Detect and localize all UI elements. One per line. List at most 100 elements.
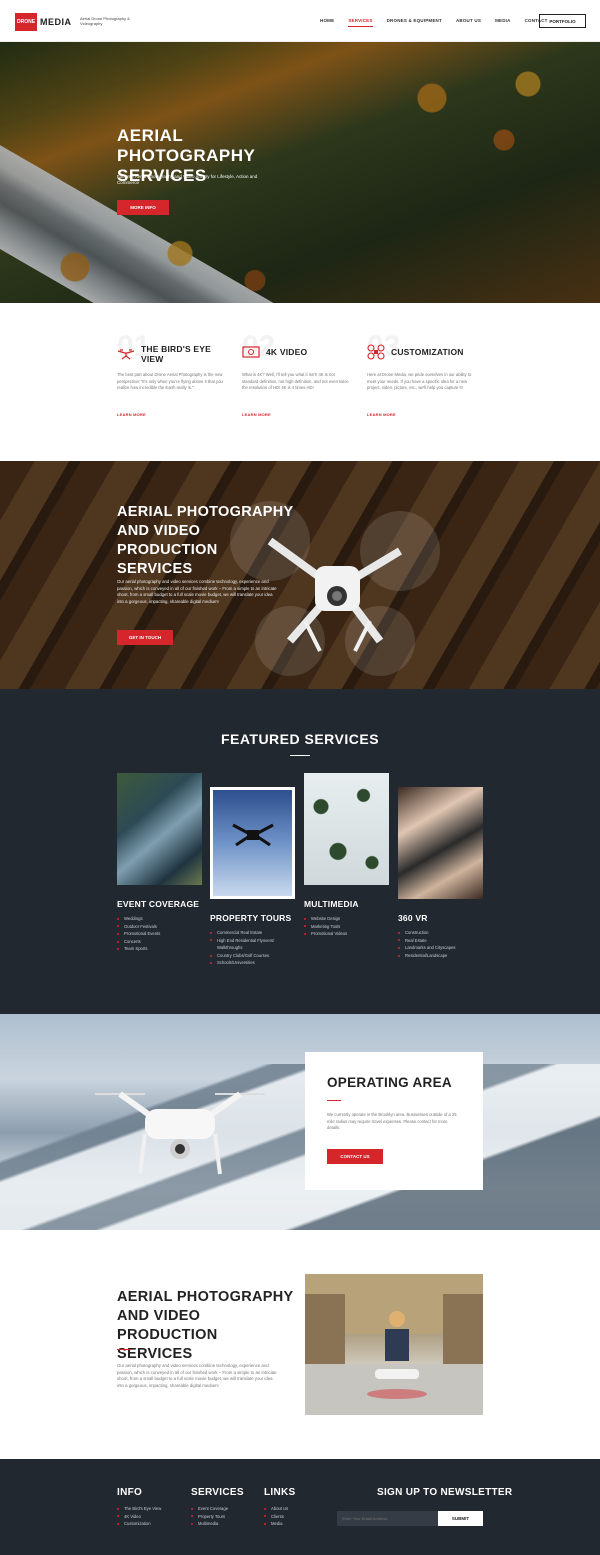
hero-section: AERIAL PHOTOGRAPHY SERVICES Extreme Aeri… xyxy=(0,42,600,303)
service-name: MULTIMEDIA xyxy=(304,899,359,909)
footer-services-list: Event Coverage Property Tours Multimedia xyxy=(191,1505,244,1528)
about-title: AERIAL PHOTOGRAPHY AND VIDEO PRODUCTION … xyxy=(117,1289,294,1362)
footer-info-title: INFO xyxy=(117,1487,143,1498)
featured-title: FEATURED SERVICES xyxy=(220,731,380,747)
logo-word: MEDIA xyxy=(40,17,72,27)
footer-link[interactable]: Customization xyxy=(117,1520,161,1528)
service-list: Construction Real Estate Landmarks and C… xyxy=(398,929,484,959)
drone-icon xyxy=(117,346,135,362)
nav-media[interactable]: MEDIA xyxy=(495,18,511,27)
newsletter-title: SIGN UP TO NEWSLETTER xyxy=(377,1487,513,1498)
nav-services[interactable]: SERVICES xyxy=(348,18,373,27)
footer-info-list: The Bird's Eye View 4K Video Customizati… xyxy=(117,1505,161,1528)
service-name: PROPERTY TOURS xyxy=(210,913,292,923)
title-divider xyxy=(117,1349,131,1350)
footer-info: INFO The Bird's Eye View 4K Video Custom… xyxy=(117,1487,161,1528)
production-title: AERIAL PHOTOGRAPHY AND VIDEO PRODUCTION … xyxy=(117,504,294,577)
feature-head: CUSTOMIZATION xyxy=(367,344,464,360)
feature-text: The best part about Drone Aerial Photogr… xyxy=(117,372,223,390)
footer-link[interactable]: Multimedia xyxy=(191,1520,244,1528)
footer-links-title: LINKS xyxy=(264,1487,296,1498)
list-item: Team Sports xyxy=(117,945,203,953)
list-item: Construction xyxy=(398,929,484,937)
list-item: Real Estate xyxy=(398,937,484,945)
drone-icon xyxy=(232,823,274,847)
list-item: Weddings xyxy=(117,915,203,923)
service-image xyxy=(304,773,389,885)
list-item: Promotional Videos xyxy=(304,930,390,938)
contact-us-button[interactable]: CONTACT US xyxy=(327,1149,383,1164)
quadcopter-icon xyxy=(367,344,385,360)
feature-title: CUSTOMIZATION xyxy=(391,347,464,357)
title-divider xyxy=(290,755,310,756)
list-item: Concerts xyxy=(117,938,203,946)
learn-more-link[interactable]: LEARN MORE xyxy=(367,412,396,417)
nav-home[interactable]: HOME xyxy=(320,18,334,27)
logo-box: DRONE xyxy=(15,13,37,31)
list-item: Country Clubs/Golf Courses xyxy=(210,952,296,960)
learn-more-link[interactable]: LEARN MORE xyxy=(242,412,271,417)
service-image xyxy=(117,773,202,885)
service-image xyxy=(210,787,295,899)
service-360-vr[interactable]: 360 VR Construction Real Estate Landmark… xyxy=(398,787,484,959)
footer-link[interactable]: The Bird's Eye View xyxy=(117,1505,161,1513)
list-item: Marketing Tools xyxy=(304,923,390,931)
warehouse-image xyxy=(305,1274,483,1415)
footer-services-title: SERVICES xyxy=(191,1487,244,1498)
list-item: Commercial Real Estate xyxy=(210,929,296,937)
production-text: Our aerial photography and video service… xyxy=(117,579,277,604)
feature-title: THE BIRD'S EYE VIEW xyxy=(141,344,211,364)
list-item: Residential/Landscape xyxy=(398,952,484,960)
list-item: Website Design xyxy=(304,915,390,923)
main-nav: HOME SERVICES DRONES & EQUIPMENT ABOUT U… xyxy=(320,18,562,27)
tagline: Aerial Drone Photography & Videography xyxy=(80,16,130,26)
list-item: Promotional Events xyxy=(117,930,203,938)
submit-button[interactable]: SUBMIT xyxy=(438,1511,483,1526)
service-image xyxy=(398,787,483,899)
footer-links-list: About Us Clients Media xyxy=(264,1505,296,1528)
operating-area-section: OPERATING AREA We currently operate in t… xyxy=(0,1014,600,1230)
service-list: Website Design Marketing Tools Promotion… xyxy=(304,915,390,938)
list-item: High End Residential Flyovers/ Walkthrou… xyxy=(210,937,296,952)
service-name: EVENT COVERAGE xyxy=(117,899,200,909)
footer-link[interactable]: About Us xyxy=(264,1505,296,1513)
get-in-touch-button[interactable]: GET IN TOUCH xyxy=(117,630,173,645)
footer-link[interactable]: 4K Video xyxy=(117,1513,161,1521)
list-item: Landmarks and Cityscapes xyxy=(398,944,484,952)
service-event-coverage[interactable]: EVENT COVERAGE Weddings Outdoor Festival… xyxy=(117,773,203,953)
production-section: AERIAL PHOTOGRAPHY AND VIDEO PRODUCTION … xyxy=(0,461,600,689)
portfolio-button[interactable]: PORTFOLIO xyxy=(539,14,586,28)
operating-card: OPERATING AREA We currently operate in t… xyxy=(305,1052,483,1190)
about-text: Our aerial photography and video service… xyxy=(117,1363,277,1388)
footer-services: SERVICES Event Coverage Property Tours M… xyxy=(191,1487,244,1528)
footer-link[interactable]: Clients xyxy=(264,1513,296,1521)
footer-links: LINKS About Us Clients Media xyxy=(264,1487,296,1528)
footer-link[interactable]: Media xyxy=(264,1520,296,1528)
feature-title: 4K VIDEO xyxy=(266,347,308,357)
site-header: DRONE MEDIA Aerial Drone Photography & V… xyxy=(0,0,600,42)
drone-image xyxy=(95,1091,265,1175)
warehouse-illustration xyxy=(305,1274,483,1415)
footer-link[interactable]: Property Tours xyxy=(191,1513,244,1521)
nav-about-us[interactable]: ABOUT US xyxy=(456,18,481,27)
operating-title: OPERATING AREA xyxy=(327,1075,452,1090)
service-list: Weddings Outdoor Festivals Promotional E… xyxy=(117,915,203,953)
feature-head: THE BIRD'S EYE VIEW xyxy=(117,344,227,364)
site-footer: INFO The Bird's Eye View 4K Video Custom… xyxy=(0,1459,600,1555)
feature-head: 4K VIDEO xyxy=(242,344,307,360)
title-divider xyxy=(327,1100,341,1101)
learn-more-link[interactable]: LEARN MORE xyxy=(117,412,146,417)
operating-text: We currently operate in the Brooklyn are… xyxy=(327,1112,457,1130)
newsletter-email-input[interactable] xyxy=(337,1511,438,1526)
footer-link[interactable]: Event Coverage xyxy=(191,1505,244,1513)
service-property-tours[interactable]: PROPERTY TOURS Commercial Real Estate Hi… xyxy=(210,787,296,967)
nav-drones-equipment[interactable]: DRONES & EQUIPMENT xyxy=(387,18,442,27)
service-multimedia[interactable]: MULTIMEDIA Website Design Marketing Tool… xyxy=(304,773,390,938)
feature-text: What is 4K? Well, I'll tell you what it … xyxy=(242,372,349,390)
logo[interactable]: DRONE MEDIA xyxy=(15,13,72,31)
featured-services-section: FEATURED SERVICES EVENT COVERAGE Wedding… xyxy=(0,689,600,1014)
more-info-button[interactable]: MORE INFO xyxy=(117,200,169,215)
service-name: 360 VR xyxy=(398,913,428,923)
feature-text: Here at Drone Media, we pride ourselves … xyxy=(367,372,472,390)
service-list: Commercial Real Estate High End Resident… xyxy=(210,929,296,967)
